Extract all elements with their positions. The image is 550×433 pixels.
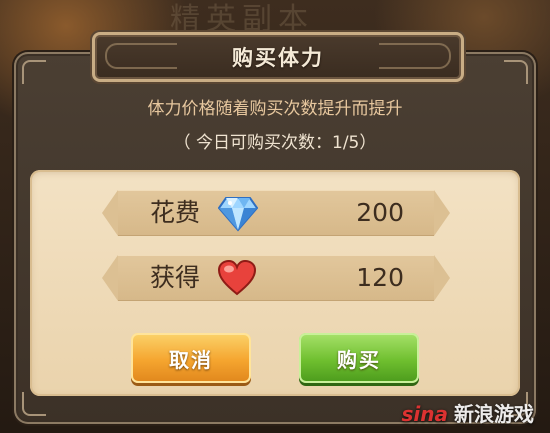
plaque-ornament [105, 43, 177, 69]
remaining-purchases: （ 今日可购买次数：1/5） [173, 133, 377, 153]
diamond-icon [218, 197, 258, 232]
gain-row: 获得 120 [102, 255, 450, 301]
cost-row: 花费 200 [102, 190, 450, 236]
watermark: sina 新浪游戏 [402, 398, 535, 427]
price-description: 体力价格随着购买次数提升而提升 [147, 99, 403, 119]
frame-corner-ornament [504, 60, 528, 84]
dialog-title-plaque: 购买体力 [92, 32, 464, 82]
plaque-ornament [379, 43, 451, 69]
buy-button[interactable]: 购买 [299, 333, 419, 383]
heart-icon [218, 260, 256, 296]
cost-label: 花费 [150, 198, 201, 227]
dialog-title: 购买体力 [232, 46, 324, 70]
watermark-text: 新浪游戏 [454, 402, 534, 426]
frame-corner-ornament [22, 60, 46, 84]
buy-button-label: 购买 [337, 347, 381, 372]
cancel-button-label: 取消 [169, 347, 213, 372]
gain-label: 获得 [150, 263, 201, 292]
watermark-brand: sina [401, 402, 449, 426]
gain-value: 120 [356, 263, 404, 292]
cancel-button[interactable]: 取消 [131, 333, 251, 383]
cost-value: 200 [356, 198, 404, 227]
